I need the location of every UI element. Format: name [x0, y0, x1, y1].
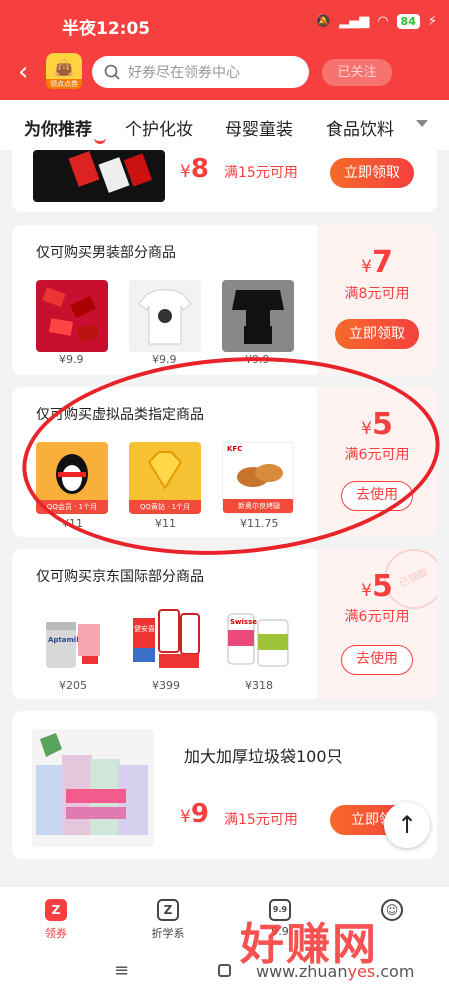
bottom-nav-coupons[interactable]: Z 领券 [16, 899, 96, 941]
product-image-swisse: Swisse [222, 604, 294, 676]
product-image [36, 280, 108, 352]
item-caption: QQ会员 · 1个月 [36, 500, 108, 514]
bottom-nav: Z 领券 Z 折学系 9.9 9.9 ☺ [0, 886, 449, 946]
coupon-condition: 满8元可用 [344, 286, 410, 302]
chevron-down-icon[interactable] [416, 120, 428, 127]
tab-personal-care[interactable]: 个护化妆 [125, 115, 193, 140]
product-price: ¥399 [152, 679, 180, 692]
coupon-icon: Z [45, 899, 67, 921]
status-bar: 半夜12:05 🔕 ▂▄▆ ◠ 84 ⚡ [0, 0, 449, 48]
profile-icon: ☺ [381, 899, 403, 921]
coupon-card: ¥8 满15元可用 立即领取 [12, 150, 437, 212]
claim-button[interactable]: 立即领取 [335, 319, 419, 349]
discount-icon: Z [157, 899, 179, 921]
arrow-up-icon: ↑ [396, 811, 418, 839]
logo-caption: 领点点券 [46, 79, 82, 89]
product-price: ¥9.9 [59, 353, 84, 366]
category-tabs: 为你推荐 个护化妆 母婴童装 食品饮料 [0, 100, 449, 150]
signal-icon: ▂▄▆ [339, 14, 370, 29]
top-navbar: ‹ 👜 领点点券 好券尽在领券中心 已关注 [0, 48, 449, 100]
item-caption: 新奥尔良烤翅 [223, 499, 293, 513]
clock: 半夜12:05 [62, 19, 151, 39]
product-price: ¥205 [59, 679, 87, 692]
scroll-to-top-button[interactable]: ↑ [384, 802, 430, 848]
battery-indicator: 84 [396, 14, 420, 29]
menu-icon[interactable]: ≡ [114, 960, 129, 981]
use-button[interactable]: 去使用 [341, 645, 413, 675]
coupon-condition: 满15元可用 [224, 165, 298, 181]
charging-icon: ⚡ [427, 14, 437, 29]
tab-recommend[interactable]: 为你推荐 [24, 115, 92, 140]
coupon-condition: 满15元可用 [224, 812, 298, 828]
use-button[interactable]: 去使用 [341, 481, 413, 511]
coupon-title: 仅可购买男装部分商品 [36, 245, 176, 261]
coupon-condition: 满6元可用 [344, 447, 410, 463]
coupon-card-jd: 已领取 仅可购买京东国际部分商品 Aptamil 健安喜 Swisse ¥205… [12, 549, 437, 699]
bottom-nav-label: 领券 [45, 927, 67, 940]
product-price: ¥9.9 [245, 353, 270, 366]
coupon-title: 仅可购买虚拟品类指定商品 [36, 407, 204, 423]
coupon-amount: ¥8 [180, 154, 209, 184]
product-image [33, 150, 165, 202]
product-image [222, 280, 294, 352]
coupon-condition: 满6元可用 [344, 609, 410, 625]
coupon-amount: ¥7 [361, 245, 393, 280]
follow-button[interactable]: 已关注 [322, 59, 392, 86]
search-placeholder: 好券尽在领券中心 [128, 65, 240, 81]
bottom-nav-discount[interactable]: Z 折学系 [128, 899, 208, 941]
status-icons: 🔕 ▂▄▆ ◠ 84 ⚡ [315, 14, 437, 29]
product-price: ¥11 [155, 517, 176, 530]
diamond-icon [147, 451, 183, 490]
coupon-title: 仅可购买京东国际部分商品 [36, 569, 204, 585]
product-price: ¥9.9 [152, 353, 177, 366]
item-label: Swisse [230, 618, 257, 626]
product-price: ¥318 [245, 679, 273, 692]
search-input[interactable]: 好券尽在领券中心 [92, 56, 309, 88]
watermark-url: www.zhuanyes.com [256, 962, 415, 981]
product-title: 加大加厚垃圾袋100只 [184, 747, 343, 766]
claim-button[interactable]: 立即领取 [330, 158, 414, 188]
back-icon[interactable]: ‹ [18, 58, 28, 86]
tab-active-indicator [94, 138, 106, 144]
search-icon [104, 64, 120, 80]
coupon-amount: ¥5 [361, 407, 393, 442]
product-image-gnc: 健安喜 [129, 604, 201, 676]
product-price: ¥11 [62, 517, 83, 530]
coupon-card-virtual: 仅可购买虚拟品类指定商品 QQ会员 · 1个月 QQ黄钻 · 1个月 KFC 新… [12, 387, 437, 537]
kfc-logo: KFC [227, 445, 243, 453]
bottom-nav-label: 折学系 [151, 927, 185, 940]
item-label: Aptamil [48, 636, 79, 644]
product-image-qq-vip: QQ会员 · 1个月 [36, 442, 108, 514]
product-image-aptamil: Aptamil [36, 604, 108, 676]
tab-baby[interactable]: 母婴童装 [225, 115, 293, 140]
item-label: 健安喜 [134, 625, 155, 633]
product-image [129, 280, 201, 352]
coupon-amount: ¥5 [361, 569, 393, 604]
coupon-amount: ¥9 [180, 799, 209, 829]
qq-penguin-icon [56, 454, 88, 494]
bag-icon: 👜 [54, 58, 74, 77]
product-image-qq-diamond: QQ黄钻 · 1个月 [129, 442, 201, 514]
item-caption: QQ黄钻 · 1个月 [129, 500, 201, 514]
tab-food[interactable]: 食品饮料 [326, 115, 394, 140]
wifi-icon: ◠ [377, 14, 389, 29]
shop-logo[interactable]: 👜 领点点券 [46, 53, 82, 89]
coupon-card-mens: 仅可购买男装部分商品 ¥9.9 ¥9.9 ¥9.9 ¥7 满8元可用 立即领取 [12, 225, 437, 375]
mute-icon: 🔕 [315, 14, 332, 29]
product-image-trash-bags [32, 729, 154, 847]
home-icon[interactable] [218, 964, 231, 977]
coupon-card-bags: 加大加厚垃圾袋100只 ¥9 满15元可用 立即领 [12, 711, 437, 859]
product-image-chicken-wings: KFC 新奥尔良烤翅 [222, 442, 294, 514]
product-price: ¥11.75 [240, 517, 279, 530]
